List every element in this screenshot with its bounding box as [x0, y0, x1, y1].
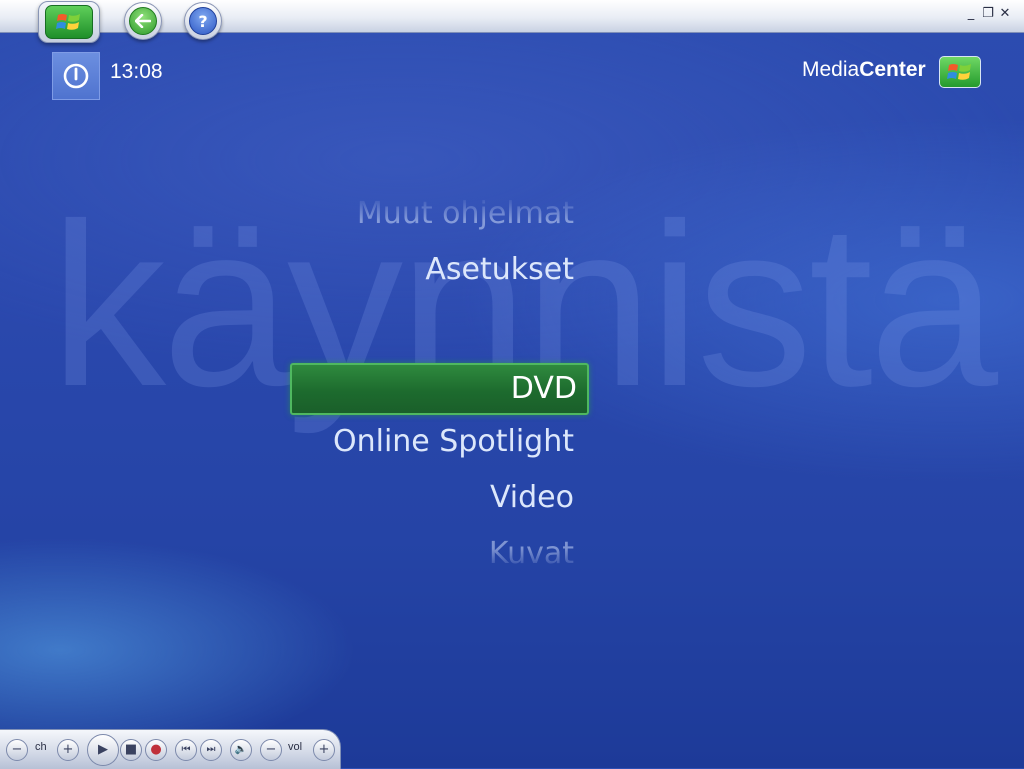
volume-label: vol [288, 741, 303, 753]
menu-item-kuvat[interactable]: Kuvat [489, 536, 574, 571]
brand-media: Media [802, 58, 860, 81]
restore-button[interactable]: ❐ [980, 6, 996, 22]
volume-down-button[interactable]: − [260, 739, 282, 761]
channel-label: ch [35, 741, 47, 753]
media-center-logo-icon [939, 56, 981, 88]
help-button[interactable]: ? [184, 2, 222, 40]
play-button[interactable]: ▶ [87, 734, 119, 766]
back-button[interactable] [124, 2, 162, 40]
start-button[interactable] [38, 1, 100, 43]
power-button[interactable] [52, 52, 100, 100]
menu-item-asetukset[interactable]: Asetukset [425, 252, 574, 287]
menu-item-dvd-label: DVD [510, 371, 577, 406]
menu-item-muut-ohjelmat[interactable]: Muut ohjelmat [357, 196, 574, 231]
stop-button[interactable]: ■ [120, 739, 142, 761]
close-button[interactable]: ✕ [997, 6, 1013, 22]
back-arrow-icon [129, 7, 157, 35]
previous-button[interactable]: ⏮ [175, 739, 197, 761]
volume-up-button[interactable]: + [313, 739, 335, 761]
clock: 13:08 [110, 60, 163, 83]
power-icon [63, 63, 89, 89]
menu-item-dvd[interactable]: DVD [290, 363, 589, 415]
next-button[interactable]: ⏭ [200, 739, 222, 761]
media-center-brand: MediaCenter [802, 58, 926, 82]
transport-controls: − ch + ▶ ■ ● ⏮ ⏭ 🔈 − vol + [0, 729, 341, 769]
channel-down-button[interactable]: − [6, 739, 28, 761]
menu-item-online-spotlight[interactable]: Online Spotlight [333, 424, 574, 459]
question-mark-icon: ? [189, 7, 217, 35]
brand-center: Center [859, 58, 926, 81]
minimize-button[interactable]: _ [963, 6, 979, 22]
record-button[interactable]: ● [145, 739, 167, 761]
mute-button[interactable]: 🔈 [230, 739, 252, 761]
windows-flag-icon [45, 5, 93, 39]
menu-item-video[interactable]: Video [490, 480, 574, 515]
channel-up-button[interactable]: + [57, 739, 79, 761]
